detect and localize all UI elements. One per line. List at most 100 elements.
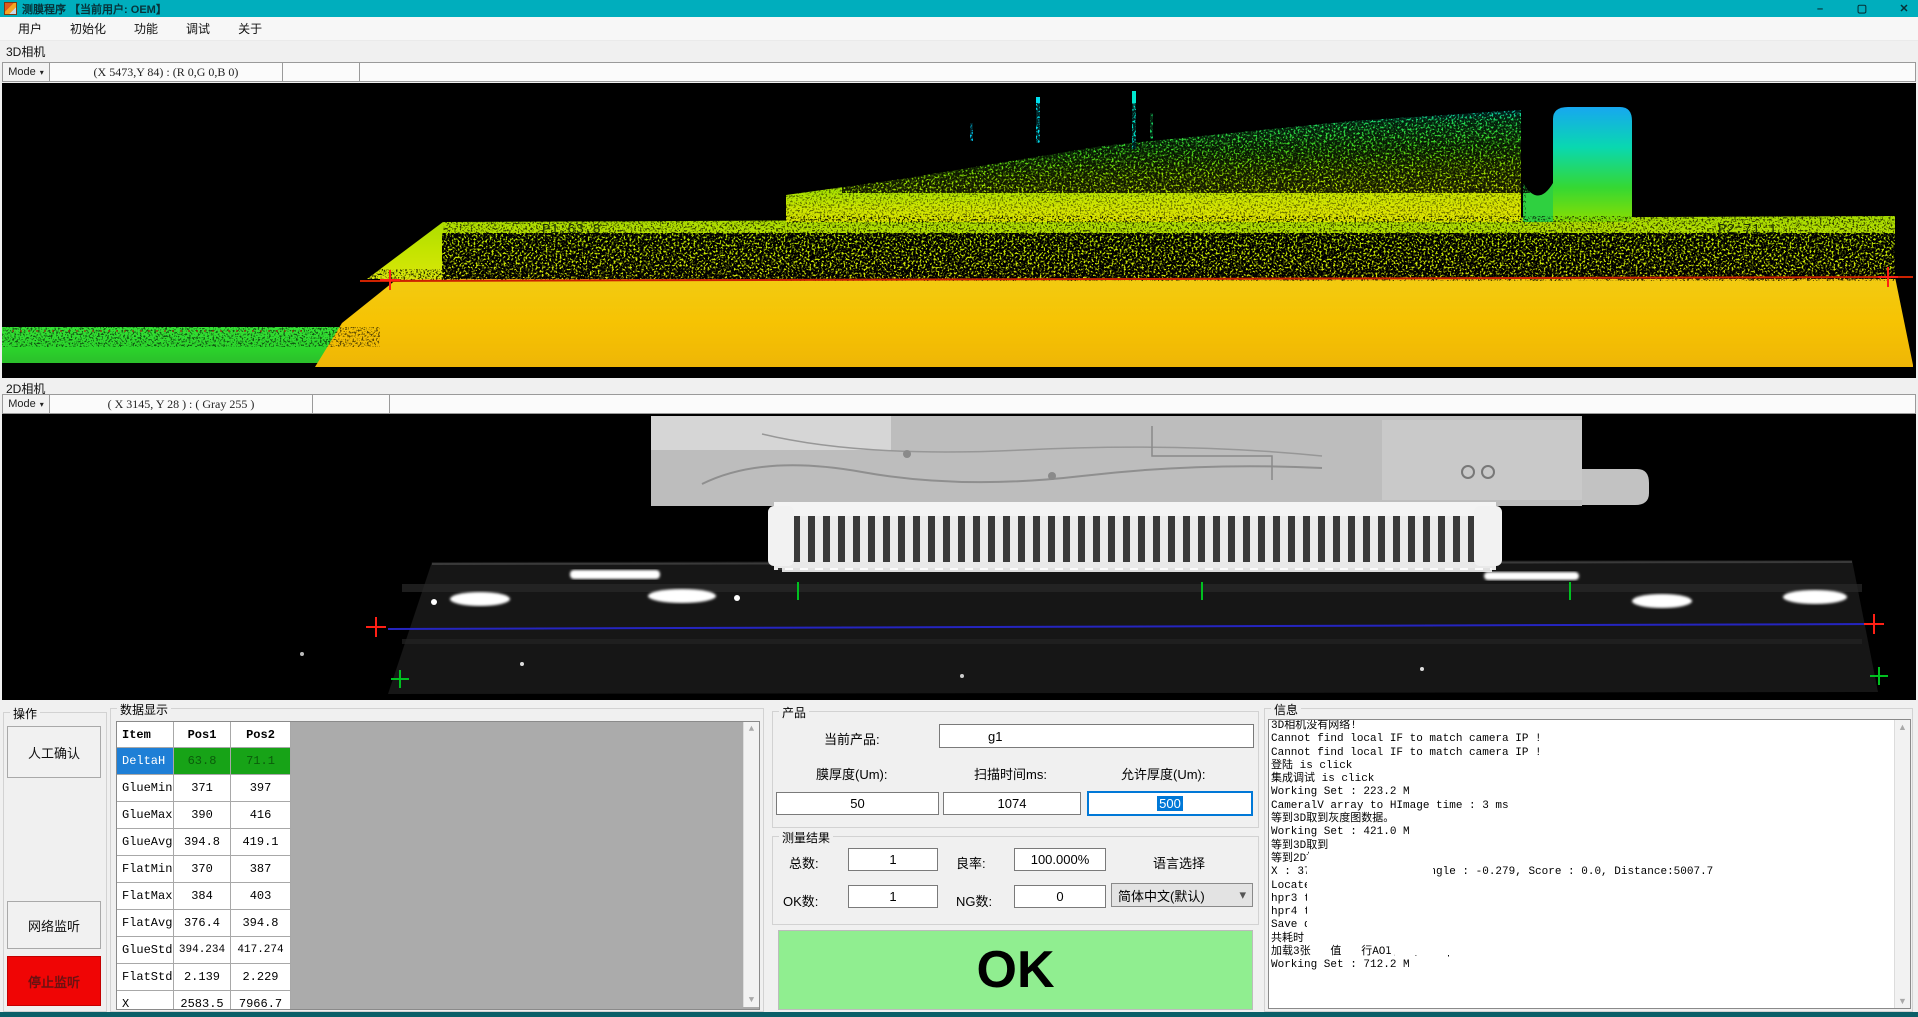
log-line: Working Set : 421.0 M	[1269, 826, 1910, 839]
point-cloud-render	[2, 83, 1916, 378]
current-product-input[interactable]: g1	[939, 724, 1254, 748]
log-line: Working Set : 712.2 M	[1269, 959, 1910, 972]
table-row[interactable]: DeltaH	[117, 748, 174, 775]
window-title: 测膜程序 【当前用户: OEM】	[22, 1, 167, 17]
scan-time-input[interactable]: 1074	[943, 792, 1081, 815]
grayscale-render	[2, 414, 1916, 700]
table-row[interactable]: FlatAvg	[117, 910, 174, 937]
chevron-down-icon: ▾	[1239, 887, 1246, 903]
film-thickness-input[interactable]: 50	[776, 792, 939, 815]
scroll-down-icon[interactable]: ▼	[1895, 996, 1910, 1006]
menu-user[interactable]: 用户	[8, 17, 52, 40]
table-row[interactable]: FlatMax	[117, 883, 174, 910]
allowed-thickness-label: 允许厚度(Um):	[1121, 764, 1206, 783]
camera2d-mode-bar: Mode ▾ ( X 3145, Y 28 ) : ( Gray 255 )	[2, 394, 1916, 414]
menu-bar: 用户 初始化 功能 调试 关于	[0, 17, 1918, 41]
camera3d-mode-bar: Mode ▾ (X 5473,Y 84) : (R 0,G 0,B 0)	[2, 62, 1916, 82]
ok-count-label: OK数:	[783, 891, 818, 910]
close-icon[interactable]: ✕	[1896, 2, 1912, 15]
menu-about[interactable]: 关于	[228, 17, 272, 40]
table-row[interactable]: GlueAvg	[117, 829, 174, 856]
camera3d-status-cell2	[283, 63, 360, 81]
current-product-label: 当前产品:	[824, 729, 880, 748]
chevron-down-icon: ▾	[40, 68, 44, 77]
camera2d-mode-button[interactable]: Mode ▾	[3, 395, 50, 413]
menu-function[interactable]: 功能	[124, 17, 168, 40]
minimize-icon[interactable]: –	[1812, 3, 1828, 15]
scroll-up-icon[interactable]: ▲	[1895, 722, 1910, 732]
results-group: 测量结果 总数: 1 良率: 100.000% 语言选择 OK数: 1 NG数:…	[772, 836, 1259, 925]
manual-confirm-button[interactable]: 人工确认	[7, 726, 101, 778]
ng-count-label: NG数:	[956, 891, 992, 910]
scroll-down-icon[interactable]: ▼	[744, 995, 759, 1005]
maximize-icon[interactable]: ▢	[1854, 2, 1870, 15]
camera2d-status-cell3	[390, 395, 1915, 413]
p2-marker: P2:71.1	[1718, 222, 1777, 238]
log-line: Cannot find local IF to match camera IP …	[1269, 733, 1910, 746]
log-line: 等到3D取到灰度图数据。	[1269, 813, 1910, 826]
redaction-blob	[1389, 942, 1689, 955]
log-line: 登陆 is click	[1269, 760, 1910, 773]
network-listen-button[interactable]: 网络监听	[7, 901, 101, 949]
data-display-group: 数据显示 Item Pos1 Pos2 DeltaH 63.8 71.1 Glu…	[110, 708, 764, 1012]
camera3d-status-cell3	[360, 63, 1915, 81]
yield-label: 良率:	[956, 853, 986, 872]
camera3d-viewport[interactable]: P1:63.8 P2:71.1	[2, 83, 1916, 378]
p1-label: P1:63.8	[542, 222, 601, 238]
total-input[interactable]: 1	[848, 848, 938, 871]
table-row[interactable]: FlatStd	[117, 964, 174, 991]
p2-label: P2:71.1	[1718, 222, 1777, 238]
table-row[interactable]: FlatMin	[117, 856, 174, 883]
camera2d-status-cell2	[313, 395, 390, 413]
product-title: 产品	[779, 704, 809, 721]
window-border-bottom	[0, 1012, 1918, 1017]
table-row[interactable]: GlueMin	[117, 775, 174, 802]
log-line: CameralV array to HImage time : 3 ms	[1269, 800, 1910, 813]
table-scrollbar[interactable]: ▲ ▼	[743, 722, 759, 1007]
table-row[interactable]: GlueStd	[117, 937, 174, 964]
info-log[interactable]: 3D相机没有网络! Cannot find local IF to match …	[1268, 719, 1911, 1009]
selected-text: 500	[1157, 796, 1183, 811]
col-header-pos2: Pos2	[231, 722, 291, 748]
title-bar: 测膜程序 【当前用户: OEM】 – ▢ ✕	[0, 0, 1918, 17]
camera2d-viewport[interactable]	[2, 414, 1916, 700]
data-display-title: 数据显示	[117, 701, 171, 718]
total-label: 总数:	[789, 853, 819, 872]
scan-time-label: 扫描时间ms:	[974, 764, 1047, 783]
info-scrollbar[interactable]: ▲ ▼	[1894, 720, 1910, 1008]
operations-title: 操作	[10, 705, 40, 722]
menu-debug[interactable]: 调试	[176, 17, 220, 40]
stop-listen-button[interactable]: 停止监听	[7, 956, 101, 1006]
allowed-thickness-input[interactable]: 500	[1087, 791, 1253, 816]
info-group: 信息 3D相机没有网络! Cannot find local IF to mat…	[1264, 708, 1913, 1012]
camera2d-pixel-status: ( X 3145, Y 28 ) : ( Gray 255 )	[50, 395, 313, 413]
measurement-table[interactable]: Item Pos1 Pos2 DeltaH 63.8 71.1 GlueMin …	[116, 721, 760, 1010]
camera3d-label: 3D相机	[6, 43, 45, 60]
menu-init[interactable]: 初始化	[60, 17, 116, 40]
application-window: 测膜程序 【当前用户: OEM】 – ▢ ✕ 用户 初始化 功能 调试 关于 3…	[0, 0, 1918, 1017]
scroll-up-icon[interactable]: ▲	[744, 724, 759, 734]
ng-count-input[interactable]: 0	[1014, 885, 1106, 908]
table-row[interactable]: X	[117, 991, 174, 1010]
film-thickness-label: 膜厚度(Um):	[816, 764, 888, 783]
table-row[interactable]: GlueMax	[117, 802, 174, 829]
yield-input[interactable]: 100.000%	[1014, 848, 1106, 871]
ok-count-input[interactable]: 1	[848, 885, 938, 908]
col-header-item: Item	[117, 722, 174, 748]
camera3d-pixel-status: (X 5473,Y 84) : (R 0,G 0,B 0)	[50, 63, 283, 81]
chevron-down-icon: ▾	[40, 400, 44, 409]
language-select[interactable]: 简体中文(默认) ▾	[1111, 883, 1253, 907]
language-label: 语言选择	[1153, 853, 1205, 872]
operations-group: 操作 人工确认 网络监听 停止监听	[3, 712, 107, 1012]
p1-marker: P1:63.8	[542, 222, 601, 238]
log-line: 集成调试 is click	[1269, 773, 1910, 786]
log-line: Cannot find local IF to match camera IP …	[1269, 747, 1910, 760]
result-status-panel: OK	[778, 930, 1253, 1010]
col-header-pos1: Pos1	[174, 722, 231, 748]
redaction-blob	[1307, 850, 1433, 938]
log-line: 3D相机没有网络!	[1269, 720, 1910, 733]
camera3d-mode-button[interactable]: Mode ▾	[3, 63, 50, 81]
results-title: 测量结果	[779, 829, 833, 846]
info-title: 信息	[1271, 701, 1301, 718]
product-group: 产品 当前产品: g1 膜厚度(Um): 扫描时间ms: 允许厚度(Um): 5…	[772, 711, 1259, 828]
